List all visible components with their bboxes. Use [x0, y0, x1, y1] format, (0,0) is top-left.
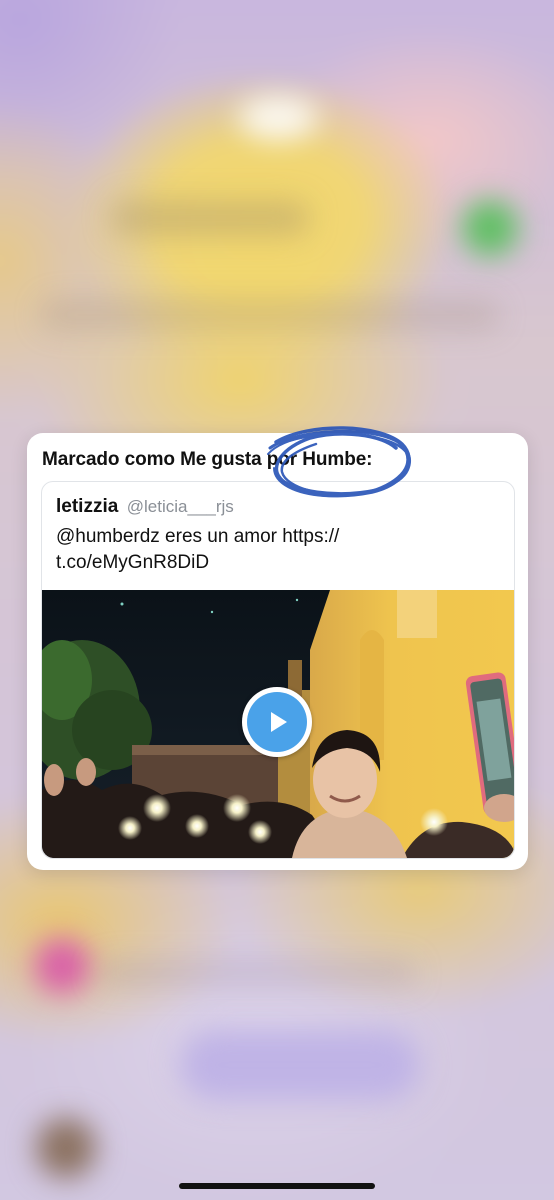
embedded-tweet[interactable]: letizzia @leticia___rjs @humberdz eres u… [41, 481, 515, 859]
home-indicator[interactable] [179, 1183, 375, 1189]
notification-preview-card[interactable]: Marcado como Me gusta por Humbe: letizzi… [27, 433, 528, 870]
tweet-author-name: letizzia [56, 496, 119, 517]
notification-header: Marcado como Me gusta por Humbe: [42, 449, 373, 470]
tweet-author: letizzia @leticia___rjs [56, 496, 234, 518]
play-icon [271, 712, 287, 732]
tweet-text: @humberdz eres un amor https:// t.co/eMy… [56, 526, 340, 573]
screen: Marcado como Me gusta por Humbe: letizzi… [0, 0, 554, 1200]
tweet-video[interactable] [42, 590, 514, 858]
tweet-author-handle: @leticia___rjs [126, 497, 234, 516]
video-play-button[interactable] [242, 687, 312, 757]
